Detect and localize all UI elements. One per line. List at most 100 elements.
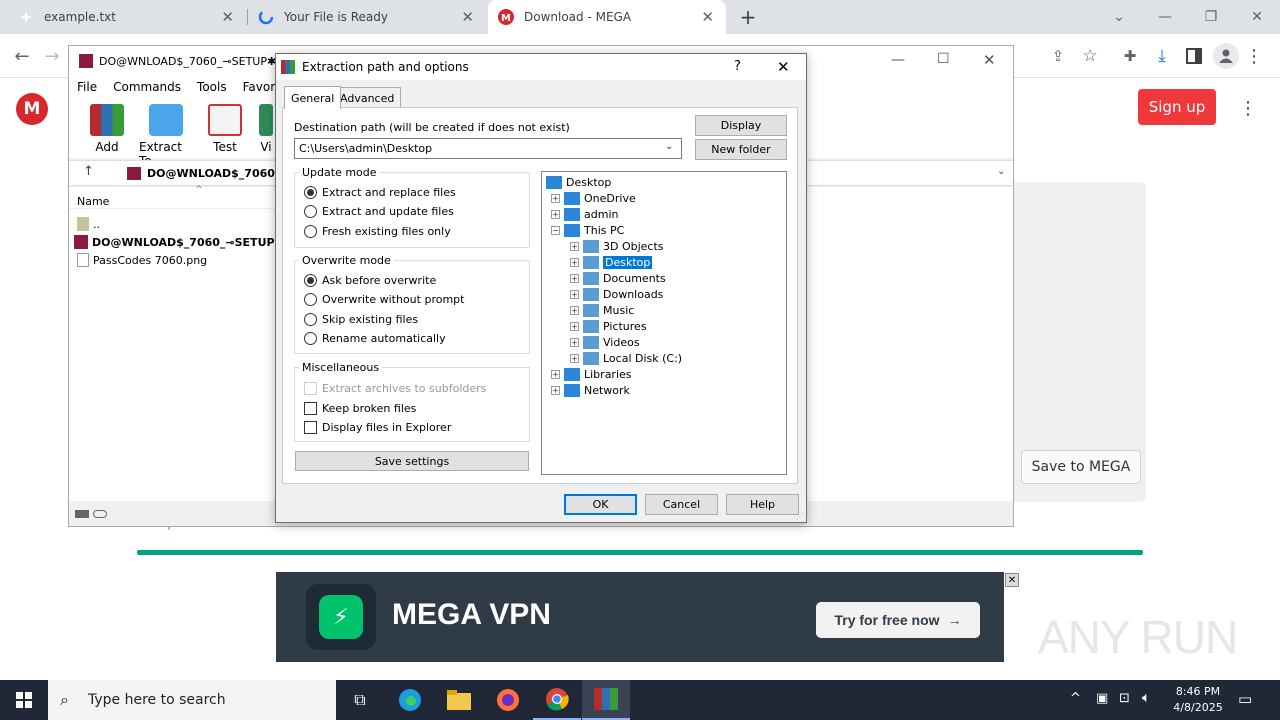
mega-logo[interactable]: M — [16, 93, 48, 125]
tab-close-icon[interactable]: ✕ — [701, 8, 714, 26]
extract-to-button[interactable]: Extract To — [139, 104, 193, 168]
radio-rename-automatically[interactable]: Rename automatically — [304, 332, 446, 345]
share-icon[interactable]: ⇪ — [1046, 44, 1070, 68]
tree-node[interactable]: − This PC — [542, 222, 786, 238]
close-icon[interactable]: ✕ — [777, 58, 790, 76]
close-icon[interactable]: ✕ — [983, 51, 996, 69]
ok-button[interactable]: OK — [564, 494, 637, 515]
taskbar-search-input[interactable]: ⌕ Type here to search — [48, 680, 336, 720]
expand-toggle-icon[interactable]: + — [570, 337, 579, 347]
menu-file[interactable]: File — [69, 80, 105, 94]
column-name[interactable]: Name ^ — [69, 185, 275, 209]
tree-node[interactable]: + Network — [542, 382, 786, 398]
extensions-icon[interactable]: ✚ — [1118, 44, 1142, 68]
forward-icon[interactable]: → — [40, 44, 64, 68]
save-to-mega-button[interactable]: Save to MEGA — [1021, 450, 1141, 484]
chevron-down-icon[interactable]: ⌄ — [997, 166, 1005, 177]
checkbox-keep-broken[interactable]: Keep broken files — [304, 402, 416, 415]
tree-node[interactable]: + OneDrive — [542, 190, 786, 206]
close-window-icon[interactable]: ✕ — [1234, 0, 1280, 34]
edge-icon[interactable] — [386, 680, 434, 720]
tab-search-icon[interactable]: ⌄ — [1096, 0, 1142, 34]
network-icon[interactable]: ⊡ — [1119, 691, 1130, 706]
tab-close-icon[interactable]: ✕ — [221, 8, 234, 26]
expand-toggle-icon[interactable]: + — [551, 369, 560, 379]
tree-node[interactable]: + Downloads — [542, 286, 786, 302]
display-button[interactable]: Display — [695, 115, 787, 136]
resize-grip-icon[interactable]: ⋰ — [796, 512, 804, 521]
help-button[interactable]: Help — [726, 494, 799, 515]
clock[interactable]: 8:46 PM 4/8/2025 — [1170, 684, 1226, 716]
tray-chevron-icon[interactable]: ^ — [1070, 691, 1081, 706]
maximize-icon[interactable]: ☐ — [937, 51, 950, 67]
radio-ask-before-overwrite[interactable]: Ask before overwrite — [304, 274, 436, 287]
folder-tree[interactable]: Desktop + OneDrive + admin − This PC +3D Object… — [541, 171, 787, 475]
expand-toggle-icon[interactable]: + — [570, 241, 579, 251]
list-item[interactable]: .. — [77, 215, 100, 233]
tab-example-txt[interactable]: example.txt ✕ — [8, 0, 246, 34]
tree-node[interactable]: + Libraries — [542, 366, 786, 382]
download-icon[interactable]: ⤓ — [1150, 44, 1174, 68]
minimize-icon[interactable]: — — [891, 52, 905, 68]
up-arrow-icon[interactable]: ↑ — [83, 164, 94, 179]
tab-general[interactable]: General — [284, 86, 342, 109]
profile-avatar-icon[interactable] — [1213, 43, 1239, 69]
tab-your-file-is-ready[interactable]: Your File is Ready ✕ — [248, 0, 486, 34]
menu-tools[interactable]: Tools — [189, 80, 235, 94]
radio-extract-replace[interactable]: Extract and replace files — [304, 186, 456, 199]
new-tab-button[interactable]: + — [736, 5, 760, 29]
radio-overwrite-without-prompt[interactable]: Overwrite without prompt — [304, 293, 464, 306]
expand-toggle-icon[interactable]: + — [551, 193, 560, 203]
tab-advanced[interactable]: Advanced — [333, 87, 402, 108]
chevron-down-icon[interactable]: ⌄ — [665, 141, 673, 152]
view-button[interactable]: Vi — [255, 104, 277, 154]
tray-device-icon[interactable]: ▣ — [1096, 691, 1108, 706]
radio-skip-existing[interactable]: Skip existing files — [304, 313, 418, 326]
tab-download-mega[interactable]: M Download - MEGA ✕ — [488, 0, 726, 34]
start-windows-icon[interactable] — [0, 680, 48, 720]
try-free-button[interactable]: Try for free now → — [816, 602, 980, 638]
tree-node[interactable]: + Desktop — [542, 254, 786, 270]
test-button[interactable]: Test — [199, 104, 251, 154]
expand-toggle-icon[interactable]: + — [570, 273, 579, 283]
radio-extract-update[interactable]: Extract and update files — [304, 205, 454, 218]
add-button[interactable]: Add — [81, 104, 133, 154]
chrome-menu-icon[interactable]: ⋮ — [1244, 44, 1264, 68]
destination-path-combo[interactable]: C:\Users\admin\Desktop ⌄ — [294, 138, 682, 159]
menu-commands[interactable]: Commands — [105, 80, 189, 94]
list-item[interactable]: PassCodes 7060.png — [77, 251, 207, 269]
tree-node[interactable]: + Videos — [542, 334, 786, 350]
mega-vpn-banner[interactable]: ⚡ MEGA VPN Try for free now → — [276, 572, 1004, 662]
tree-node[interactable]: + Music — [542, 302, 786, 318]
tree-node[interactable]: + Documents — [542, 270, 786, 286]
expand-toggle-icon[interactable]: + — [570, 257, 579, 267]
new-folder-button[interactable]: New folder — [695, 139, 787, 160]
tree-node[interactable]: +3D Objects — [542, 238, 786, 254]
expand-toggle-icon[interactable]: + — [570, 353, 579, 363]
save-settings-button[interactable]: Save settings — [295, 451, 529, 471]
notifications-icon[interactable]: ▭ — [1238, 690, 1252, 708]
expand-toggle-icon[interactable]: + — [570, 321, 579, 331]
firefox-icon[interactable] — [484, 680, 532, 720]
restore-icon[interactable]: ❐ — [1188, 0, 1234, 34]
signup-button[interactable]: Sign up — [1138, 89, 1216, 125]
banner-close-icon[interactable]: ✕ — [1005, 573, 1019, 587]
tree-node[interactable]: + Local Disk (C:) — [542, 350, 786, 366]
help-icon[interactable]: ? — [734, 59, 741, 74]
tab-close-icon[interactable]: ✕ — [461, 8, 474, 26]
checkbox-display-explorer[interactable]: Display files in Explorer — [304, 421, 451, 434]
expand-toggle-icon[interactable]: + — [570, 305, 579, 315]
radio-fresh-existing[interactable]: Fresh existing files only — [304, 225, 451, 238]
chrome-icon[interactable] — [533, 680, 581, 720]
tree-node[interactable]: + Pictures — [542, 318, 786, 334]
side-panel-icon[interactable] — [1182, 44, 1206, 68]
tree-node[interactable]: + admin — [542, 206, 786, 222]
task-view-icon[interactable]: ⧉ — [336, 680, 384, 720]
expand-toggle-icon[interactable]: − — [551, 225, 560, 235]
back-icon[interactable]: ← — [10, 44, 34, 68]
expand-toggle-icon[interactable]: + — [570, 289, 579, 299]
minimize-icon[interactable]: — — [1142, 0, 1188, 34]
cancel-button[interactable]: Cancel — [645, 494, 718, 515]
list-item[interactable]: DO@WNLOAD$_7060_⊸SETUP✱C — [74, 233, 292, 251]
winrar-taskbar-icon[interactable] — [582, 680, 630, 720]
